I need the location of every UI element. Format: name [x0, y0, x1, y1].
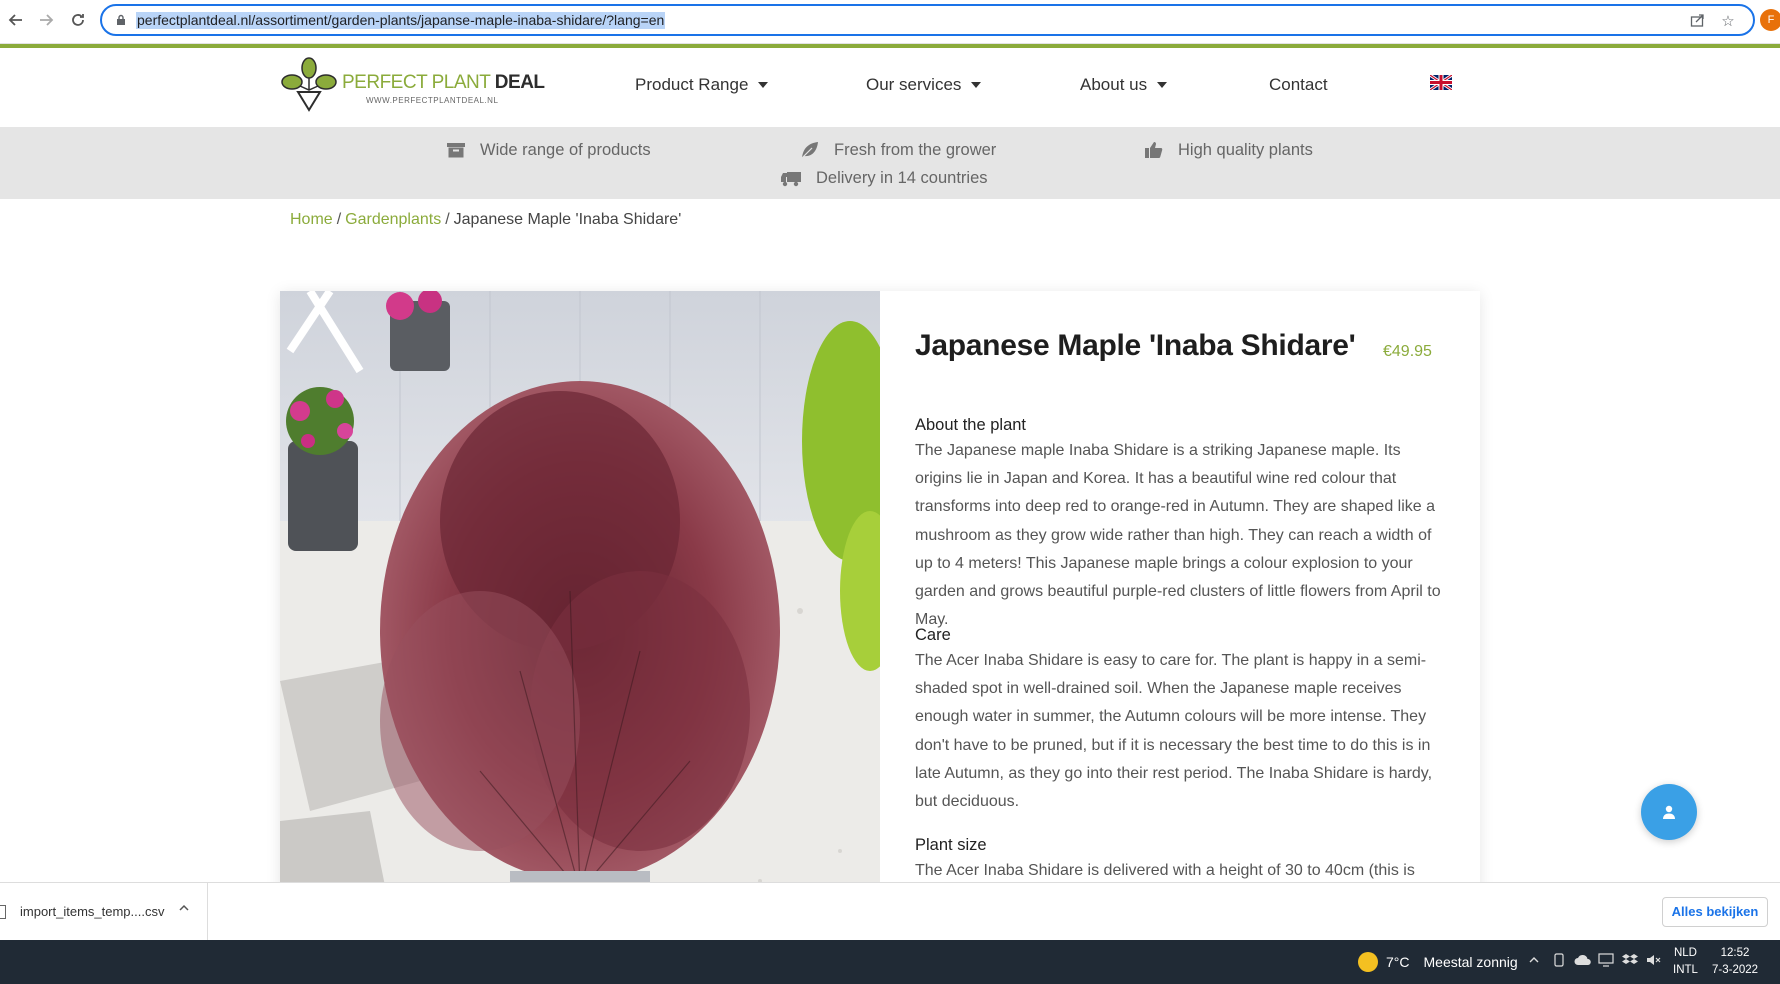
product-title: Japanese Maple 'Inaba Shidare'	[915, 329, 1356, 362]
usp-item: Fresh from the grower	[800, 140, 996, 160]
sun-icon	[1358, 952, 1378, 972]
usp-label: Fresh from the grower	[834, 140, 997, 159]
profile-avatar[interactable]: F	[1760, 9, 1780, 31]
breadcrumb-current: Japanese Maple 'Inaba Shidare'	[453, 211, 682, 228]
section-heading-plant-size: Plant size	[915, 836, 987, 854]
weather-desc: Meestal zonnig	[1423, 954, 1518, 970]
speaker-muted-icon[interactable]	[1646, 953, 1662, 970]
logo-wordmark: PERFECT PLANT DEAL	[342, 72, 545, 93]
caret-down-icon	[971, 82, 982, 88]
display-icon[interactable]	[1598, 953, 1614, 970]
product-price: €49.95	[1383, 343, 1432, 360]
usp-label: Delivery in 14 countries	[816, 168, 988, 187]
menu-label: Product Range	[635, 75, 749, 94]
clock[interactable]: 12:52 7-3-2022	[1712, 945, 1758, 979]
lang-layout: INTL	[1673, 964, 1698, 976]
address-bar[interactable]: perfectplantdeal.nl/assortiment/garden-p…	[100, 4, 1755, 36]
usp-item: High quality plants	[1144, 140, 1313, 160]
input-language[interactable]: NLD INTL	[1673, 945, 1698, 979]
clock-time: 12:52	[1720, 947, 1750, 959]
reload-icon[interactable]	[66, 8, 90, 32]
menu-label: Contact	[1269, 75, 1328, 94]
product-image[interactable]	[280, 291, 880, 911]
download-bar: import_items_temp....csv Alles bekijken	[0, 882, 1780, 941]
section-body-plant-size: The Acer Inaba Shidare is delivered with…	[915, 862, 1415, 879]
user-icon	[1663, 805, 1675, 819]
windows-taskbar: 7°C Meestal zonnig NLD INTL 12:52 7-3-20…	[0, 940, 1780, 984]
section-body-care: The Acer Inaba Shidare is easy to care f…	[915, 652, 1433, 811]
section-heading-care: Care	[915, 626, 951, 644]
uk-flag-icon[interactable]	[1430, 75, 1452, 90]
product-card: Japanese Maple 'Inaba Shidare' €49.95 Ab…	[280, 291, 1480, 911]
usp-item: Wide range of products	[446, 140, 651, 160]
share-icon[interactable]	[1688, 13, 1706, 31]
lang-code: NLD	[1673, 947, 1697, 959]
download-item[interactable]: import_items_temp....csv	[0, 883, 208, 941]
menu-about-us[interactable]: About us	[1080, 75, 1168, 95]
section-heading-about: About the plant	[915, 416, 1027, 434]
breadcrumb-separator: /	[445, 211, 450, 228]
show-all-downloads-button[interactable]: Alles bekijken	[1662, 897, 1768, 927]
usp-label: Wide range of products	[480, 140, 651, 159]
chevron-up-icon[interactable]	[178, 901, 190, 917]
site-logo[interactable]: PERFECT PLANT DEAL WWW.PERFECTPLANTDEAL.…	[280, 56, 545, 118]
forward-icon[interactable]	[34, 8, 58, 32]
section-body-about: The Japanese maple Inaba Shidare is a st…	[915, 442, 1441, 629]
breadcrumb: Home / Gardenplants / Japanese Maple 'Inaba …	[290, 211, 681, 229]
dropbox-icon[interactable]	[1622, 953, 1638, 970]
site-header: PERFECT PLANT DEAL WWW.PERFECTPLANTDEAL.…	[0, 48, 1780, 127]
menu-contact[interactable]: Contact	[1269, 75, 1328, 95]
weather-temp: 7°C	[1386, 954, 1410, 970]
menu-label: About us	[1080, 75, 1148, 94]
menu-product-range[interactable]: Product Range	[635, 75, 769, 95]
usp-item: Delivery in 14 countries	[780, 168, 988, 188]
box-icon	[447, 143, 465, 158]
lock-icon	[117, 14, 125, 25]
chat-button[interactable]	[1641, 784, 1697, 840]
truck-icon	[781, 172, 801, 187]
clock-date: 7-3-2022	[1712, 964, 1759, 976]
logo-leaves-icon	[281, 57, 337, 112]
logo-url: WWW.PERFECTPLANTDEAL.NL	[366, 96, 499, 105]
url-text[interactable]: perfectplantdeal.nl/assortiment/garden-p…	[136, 12, 666, 29]
leaf-icon	[801, 142, 818, 159]
usp-label: High quality plants	[1178, 140, 1313, 159]
bookmark-star-icon[interactable]: ☆	[1719, 13, 1737, 31]
weather-widget[interactable]: 7°C Meestal zonnig	[1358, 952, 1518, 972]
thumbs-up-icon	[1145, 142, 1163, 158]
cloud-icon[interactable]	[1574, 953, 1592, 969]
breadcrumb-category[interactable]: Gardenplants	[345, 211, 441, 228]
breadcrumb-separator: /	[336, 211, 342, 228]
menu-label: Our services	[866, 75, 962, 94]
file-icon	[0, 905, 6, 919]
breadcrumb-home[interactable]: Home	[290, 211, 333, 228]
menu-our-services[interactable]: Our services	[866, 75, 982, 95]
usp-bar: Wide range of products Fresh from the gr…	[0, 127, 1780, 199]
download-file-name: import_items_temp....csv	[20, 904, 165, 919]
chevron-up-icon[interactable]	[1528, 953, 1540, 969]
phone-link-icon[interactable]	[1552, 953, 1566, 970]
browser-toolbar: perfectplantdeal.nl/assortiment/garden-p…	[0, 0, 1780, 44]
back-icon[interactable]	[4, 8, 28, 32]
caret-down-icon	[1157, 82, 1168, 88]
caret-down-icon	[758, 82, 769, 88]
